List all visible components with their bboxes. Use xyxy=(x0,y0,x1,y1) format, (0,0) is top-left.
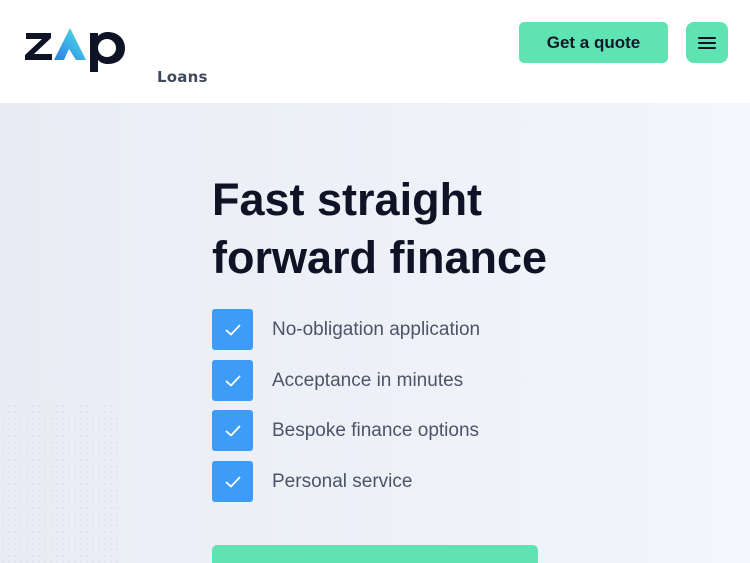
get-a-quote-button[interactable]: Get a quote xyxy=(519,22,668,63)
hero-cta-button[interactable] xyxy=(212,545,538,563)
check-icon xyxy=(212,461,253,502)
check-icon xyxy=(212,360,253,401)
hero-title: Fast straight forward finance xyxy=(212,171,632,287)
feature-label: No-obligation application xyxy=(272,318,481,340)
feature-item: Personal service xyxy=(212,461,552,502)
feature-item: Bespoke finance options xyxy=(212,410,552,451)
check-icon xyxy=(212,410,253,451)
hero-title-line-2: forward finance xyxy=(212,232,548,283)
check-icon xyxy=(212,309,253,350)
zap-loans-logo[interactable]: Loans xyxy=(24,24,207,86)
hamburger-menu-icon xyxy=(698,36,716,49)
feature-label: Acceptance in minutes xyxy=(272,369,464,391)
decorative-dot-pattern xyxy=(0,403,120,563)
hero-section: Fast straight forward finance No-obligat… xyxy=(0,103,750,563)
logo-subtitle: Loans xyxy=(157,68,208,86)
zap-logo-icon xyxy=(25,28,125,72)
feature-item: No-obligation application xyxy=(212,309,552,350)
feature-item: Acceptance in minutes xyxy=(212,360,552,401)
feature-label: Bespoke finance options xyxy=(272,419,480,441)
menu-button[interactable] xyxy=(686,22,728,63)
site-header: Loans Get a quote xyxy=(0,0,750,103)
feature-label: Personal service xyxy=(272,470,413,492)
hero-title-line-1: Fast straight xyxy=(212,174,483,225)
